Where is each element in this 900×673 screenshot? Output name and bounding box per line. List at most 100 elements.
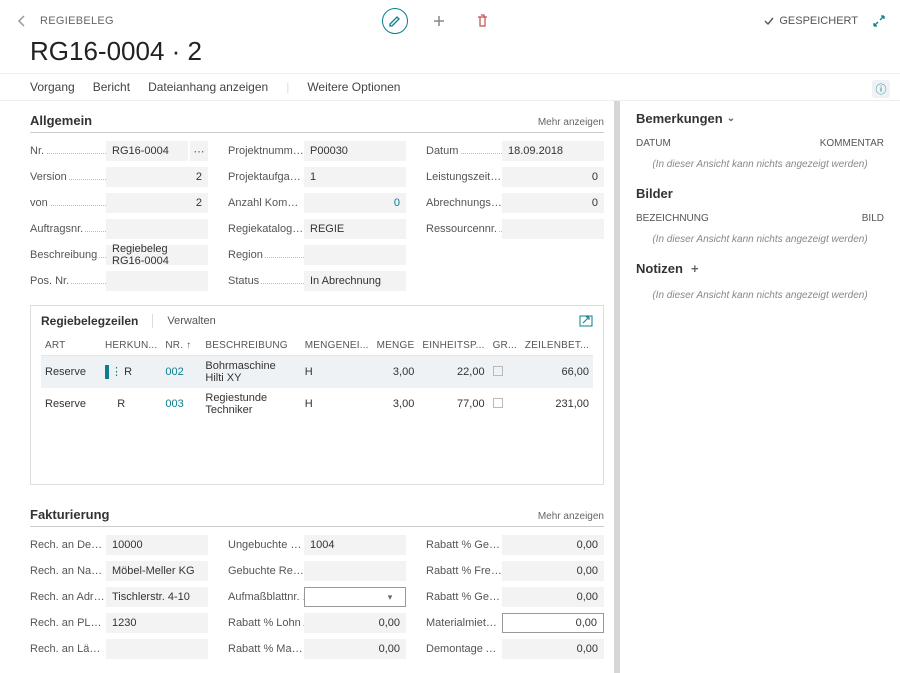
table-row[interactable]: Reserve R 003 Regiestunde Techniker H 3,… xyxy=(41,388,593,420)
label-adresse: Rech. an Adresse xyxy=(30,591,106,603)
field-rablohn[interactable]: 0,00 xyxy=(304,613,406,633)
lines-table[interactable]: ART HERKUN... NR. ↑ BESCHREIBUNG MENGENE… xyxy=(41,336,593,420)
row-menu-icon[interactable]: ⋮ xyxy=(111,365,121,378)
col-kommentar: KOMMENTAR xyxy=(820,138,884,149)
field-beschreibung[interactable]: Regiebeleg RG16-0004 xyxy=(106,245,208,265)
label-nr: Nr. xyxy=(30,145,46,157)
label-matmiete: Materialmiete % xyxy=(426,617,502,629)
field-rabfr[interactable]: 0,00 xyxy=(502,561,604,581)
field-posnr[interactable] xyxy=(106,271,208,291)
field-name[interactable]: Möbel-Meller KG xyxy=(106,561,208,581)
action-vorgang[interactable]: Vorgang xyxy=(30,80,75,94)
delete-button[interactable] xyxy=(470,8,496,34)
chevron-down-icon: ▾ xyxy=(381,592,399,603)
notizen-empty: (In dieser Ansicht kann nichts angezeigt… xyxy=(636,284,884,317)
label-plz: Rech. an PLZ-Cod... xyxy=(30,617,106,629)
field-regiekat[interactable]: REGIE xyxy=(304,219,406,239)
field-nr[interactable]: RG16-0004 xyxy=(106,141,188,161)
field-abrechnung[interactable]: 0 xyxy=(502,193,604,213)
label-datum: Datum xyxy=(426,145,460,157)
label-rablohn: Rabatt % Lohn xyxy=(228,617,303,629)
label-rabges: Rabatt % Gesamt xyxy=(426,591,502,603)
field-matmiete[interactable]: 0,00 xyxy=(502,613,604,633)
edit-button[interactable] xyxy=(382,8,408,34)
label-name: Rech. an Name xyxy=(30,565,106,577)
lines-subform: Regiebelegzeilen Verwalten ART HERKUN...… xyxy=(30,305,604,485)
field-rabges[interactable]: 0,00 xyxy=(502,587,604,607)
field-datum[interactable]: 18.09.2018 xyxy=(502,141,604,161)
col-herk[interactable]: HERKUN... xyxy=(101,336,161,356)
label-abrechnung: Abrechnungszeitr... xyxy=(426,197,502,209)
field-status[interactable]: In Abrechnung xyxy=(304,271,406,291)
label-posnr: Pos. Nr. xyxy=(30,275,71,287)
label-ressource: Ressourcennr. xyxy=(426,223,499,235)
col-nr[interactable]: NR. ↑ xyxy=(161,336,201,356)
col-gr[interactable]: GR... xyxy=(489,336,521,356)
collapse-icon[interactable] xyxy=(872,14,886,28)
field-version[interactable]: 2 xyxy=(106,167,208,187)
label-von: von xyxy=(30,197,50,209)
field-leistung[interactable]: 0 xyxy=(502,167,604,187)
field-plz[interactable]: 1230 xyxy=(106,613,208,633)
side-notizen-title[interactable]: Notizen xyxy=(636,261,683,276)
col-art[interactable]: ART xyxy=(41,336,101,356)
field-anzkom[interactable]: 0 xyxy=(304,193,406,213)
col-beschr[interactable]: BESCHREIBUNG xyxy=(201,336,300,356)
label-ungebucht: Ungebuchte Rec... xyxy=(228,539,304,551)
col-zb[interactable]: ZEILENBET... xyxy=(521,336,593,356)
label-region: Region xyxy=(228,249,265,261)
field-gebucht[interactable] xyxy=(304,561,406,581)
label-status: Status xyxy=(228,275,261,287)
label-regiekat: Regiekatalogcode xyxy=(228,223,304,235)
col-menge[interactable]: MENGE xyxy=(373,336,419,356)
field-von[interactable]: 2 xyxy=(106,193,208,213)
action-dateianhang[interactable]: Dateianhang anzeigen xyxy=(148,80,268,94)
field-ungebucht[interactable]: 1004 xyxy=(304,535,406,555)
checkbox[interactable] xyxy=(493,366,503,376)
field-demontage[interactable]: 0,00 xyxy=(502,639,604,659)
label-auftragsnr: Auftragsnr. xyxy=(30,223,85,235)
check-icon xyxy=(763,15,775,27)
col-me[interactable]: MENGENEI... xyxy=(301,336,373,356)
col-ep[interactable]: EINHEITSP... xyxy=(418,336,488,356)
info-icon[interactable]: ⓘ xyxy=(872,80,890,98)
lines-title: Regiebelegzeilen xyxy=(41,314,153,328)
col-bild: BILD xyxy=(862,213,884,224)
field-projektnr[interactable]: P00030 xyxy=(304,141,406,161)
field-aufmass[interactable]: ▾ xyxy=(304,587,406,607)
chevron-down-icon: ⌄ xyxy=(727,113,735,124)
checkbox[interactable] xyxy=(493,398,503,408)
side-bilder-title[interactable]: Bilder xyxy=(636,186,884,201)
field-rabg1[interactable]: 0,00 xyxy=(502,535,604,555)
label-gebucht: Gebuchte Rechnu... xyxy=(228,565,304,577)
field-adresse[interactable]: Tischlerstr. 4-10 xyxy=(106,587,208,607)
field-projektaufg[interactable]: 1 xyxy=(304,167,406,187)
add-note-icon[interactable]: + xyxy=(691,261,699,276)
action-weitere-optionen[interactable]: Weitere Optionen xyxy=(307,80,400,94)
label-projektnr: Projektnummer xyxy=(228,145,304,157)
field-region[interactable] xyxy=(304,245,406,265)
label-land: Rech. an Länder-/... xyxy=(30,643,106,655)
fakt-more[interactable]: Mehr anzeigen xyxy=(538,511,604,522)
label-demontage: Demontage Antei... xyxy=(426,643,502,655)
expand-lines-icon[interactable] xyxy=(579,315,593,327)
nr-lookup[interactable]: ⋯ xyxy=(190,141,208,161)
bilder-empty: (In dieser Ansicht kann nichts angezeigt… xyxy=(636,228,884,261)
label-rabmat: Rabatt % Material xyxy=(228,643,304,655)
label-projektaufg: Projektaufgabennr. xyxy=(228,171,304,183)
row-handle[interactable] xyxy=(105,365,109,379)
new-button[interactable] xyxy=(426,8,452,34)
field-ressource[interactable] xyxy=(502,219,604,239)
label-debnr: Rech. an Deb.-Nr. xyxy=(30,539,106,551)
allgemein-more[interactable]: Mehr anzeigen xyxy=(538,117,604,128)
action-bericht[interactable]: Bericht xyxy=(93,80,130,94)
section-fakt-title: Fakturierung xyxy=(30,507,109,522)
field-land[interactable] xyxy=(106,639,208,659)
back-button[interactable] xyxy=(14,13,30,29)
field-debnr[interactable]: 10000 xyxy=(106,535,208,555)
lines-verwalten[interactable]: Verwalten xyxy=(167,315,215,327)
side-bemerkungen-title[interactable]: Bemerkungen⌄ xyxy=(636,111,884,126)
field-rabmat[interactable]: 0,00 xyxy=(304,639,406,659)
table-row[interactable]: Reserve ⋮ R 002 Bohrmaschine Hilti XY H … xyxy=(41,356,593,389)
field-auftragsnr[interactable] xyxy=(106,219,208,239)
